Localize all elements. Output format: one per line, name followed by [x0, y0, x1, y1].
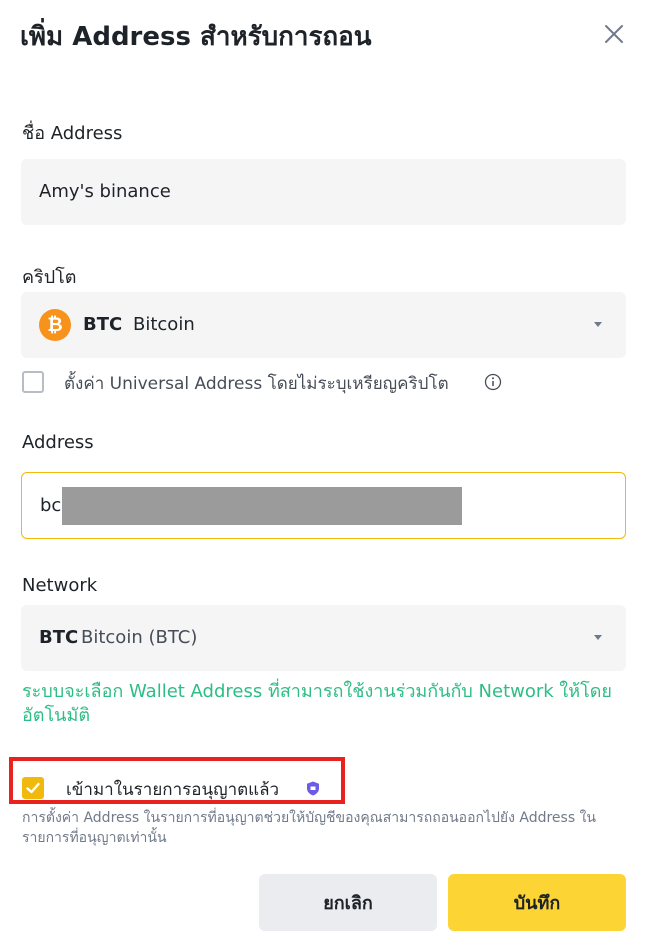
- network-auto-select-hint: ระบบจะเลือก Wallet Address ที่สามารถใช้ง…: [22, 681, 612, 726]
- address-label: Address: [22, 432, 94, 453]
- info-icon[interactable]: [484, 373, 502, 391]
- check-icon: [26, 782, 40, 794]
- address-name-value: Amy's binance: [39, 181, 171, 202]
- network-select[interactable]: BTC Bitcoin (BTC): [21, 605, 626, 671]
- coin-name: Bitcoin: [133, 314, 195, 335]
- network-label: Network: [22, 575, 98, 596]
- coin-symbol: BTC: [83, 314, 123, 335]
- save-button[interactable]: บันทึก: [448, 874, 626, 931]
- address-name-label: ชื่อ Address: [22, 123, 123, 144]
- whitelist-checkbox[interactable]: [22, 777, 44, 799]
- address-name-input[interactable]: Amy's binance: [21, 159, 626, 225]
- redacted-address-block: [62, 487, 462, 525]
- dialog-title: เพิ่ม Address สำหรับการถอน: [20, 22, 372, 52]
- network-name: Bitcoin (BTC): [81, 627, 198, 648]
- whitelist-label: เข้ามาในรายการอนุญาตแล้ว: [66, 780, 280, 800]
- shield-icon: [307, 781, 319, 796]
- universal-address-checkbox[interactable]: [22, 371, 44, 393]
- crypto-label: คริปโต: [22, 267, 77, 288]
- address-input[interactable]: bc: [21, 472, 626, 539]
- whitelist-note: การตั้งค่า Address ในรายการที่อนุญาตช่วย…: [22, 810, 596, 846]
- chevron-down-icon: [594, 322, 602, 327]
- universal-address-label: ตั้งค่า Universal Address โดยไม่ระบุเหรี…: [64, 374, 449, 394]
- crypto-select[interactable]: ₿ BTC Bitcoin: [21, 292, 626, 358]
- chevron-down-icon: [594, 635, 602, 640]
- address-value: bc: [40, 495, 62, 516]
- close-icon[interactable]: [600, 20, 628, 48]
- bitcoin-icon: ₿: [39, 309, 71, 341]
- network-symbol: BTC: [39, 627, 79, 648]
- cancel-button[interactable]: ยกเลิก: [259, 874, 437, 931]
